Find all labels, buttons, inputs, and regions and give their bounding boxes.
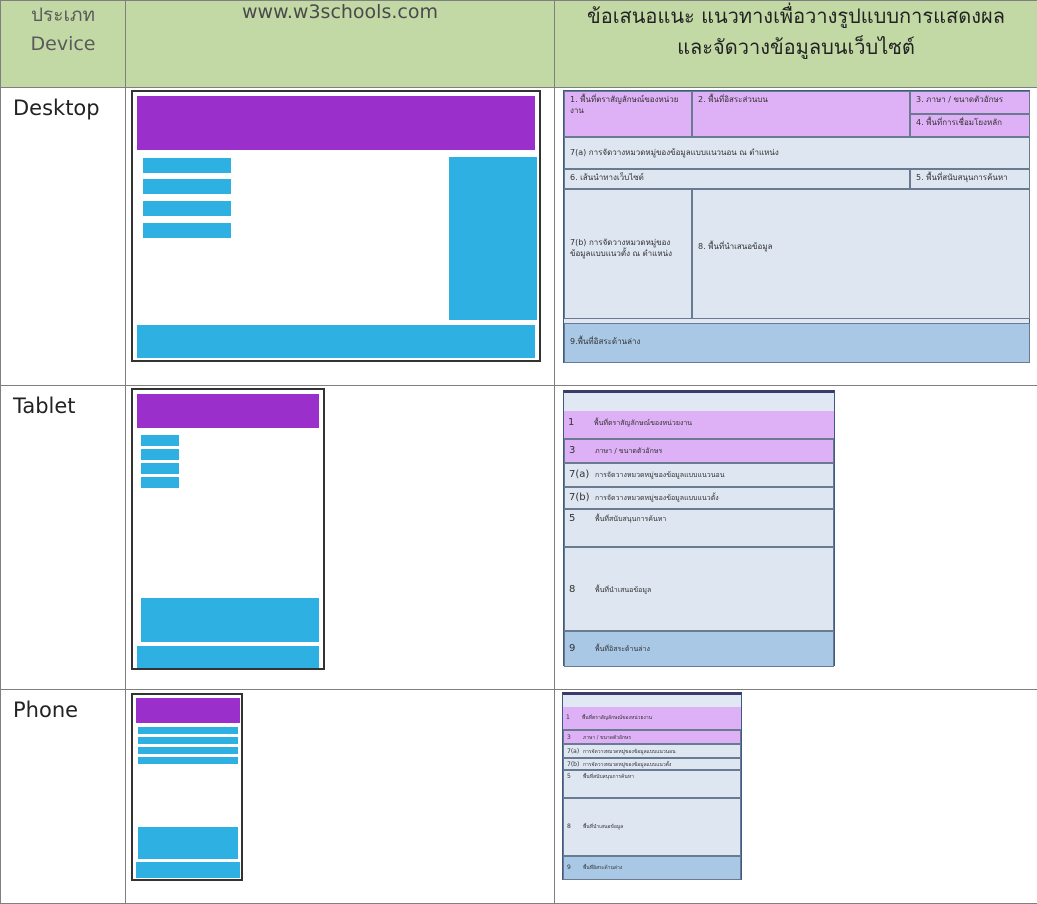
desktop-menu-item [143, 179, 231, 194]
tablet-layout-row: 9 พื้นที่อิสระด้านล่าง [564, 631, 834, 667]
tablet-layout-cell: 1 พื้นที่ตราสัญลักษณ์ของหน่วยงาน 3 ภาษา / … [554, 385, 1037, 690]
tablet-layout-row: 7(b) การจัดวางหมวดหมู่ของข้อมูลแบบแนวตั้ง [564, 487, 834, 509]
desktop-w3-mockup [131, 90, 541, 362]
tablet-layout-row: 3 ภาษา / ขนาดตัวอักษร [564, 439, 834, 463]
phone-row: Phone 1 พื้นที่ตราสัญลักษณ์ของหน่วยงาน 3ภ… [0, 689, 1037, 904]
phone-layout-row: 9 พื้นที่อิสระด้านล่าง [563, 856, 741, 880]
tablet-layout-row: 5 พื้นที่สนับสนุนการค้นหา [564, 509, 834, 547]
layout-area-footer: 9.พื้นที่อิสระด้านล่าง [564, 323, 1030, 363]
header-suggestion-line2: และจัดวางข้อมูลบนเว็บไซต์ [677, 35, 915, 59]
phone-label: Phone [0, 689, 126, 904]
phone-layout-row: 1 พื้นที่ตราสัญลักษณ์ของหน่วยงาน [563, 707, 741, 730]
phone-layout-row: 7(a) การจัดวางหมวดหมู่ของข้อมูลแบบแนวนอน [563, 744, 741, 758]
phone-w3-mockup [131, 693, 243, 881]
layout-area-language: 3. ภาษา / ขนาดตัวอักษร [910, 91, 1030, 114]
header-suggestion-line1: ข้อเสนอแนะ แนวทางเพื่อวางรูปแบบการแสดงผล [587, 4, 1005, 28]
tablet-footer-block [137, 646, 319, 668]
desktop-layout-diagram: 1. พื้นที่ตราสัญลักษณ์ของหน่วยงาน 2. พื้… [563, 90, 1030, 363]
tablet-layout-row: 7(a) การจัดวางหมวดหมู่ของข้อมูลแบบแนวนอน [564, 463, 834, 487]
phone-layout-row: 5 พื้นที่สนับสนุนการค้นหา [563, 770, 741, 798]
tablet-w3-mockup [131, 388, 325, 670]
tablet-header-block [137, 394, 319, 428]
phone-layout-row: 7(b) การจัดวางหมวดหมู่ของข้อมูลแบบแนวตั้ง [563, 758, 741, 770]
phone-content-block [138, 827, 238, 859]
desktop-footer-block [137, 325, 535, 358]
phone-layout-row: 3 ภาษา / ขนาดตัวอักษร [563, 730, 741, 744]
phone-menu-item [138, 747, 238, 754]
desktop-menu-item [143, 223, 231, 238]
phone-header-block [136, 698, 240, 723]
desktop-layout-cell: 1. พื้นที่ตราสัญลักษณ์ของหน่วยงาน 2. พื้… [554, 87, 1037, 386]
tablet-layout-row: 8 พื้นที่นำเสนอข้อมูล [564, 547, 834, 631]
tablet-w3-mockup-cell [125, 385, 555, 690]
layout-area-logo: 1. พื้นที่ตราสัญลักษณ์ของหน่วยงาน [564, 91, 692, 137]
header-device-type: ประเภท Device [0, 0, 126, 88]
layout-area-vertical-nav: 7(b) การจัดวางหมวดหมู่ของข้อมูลแบบแนวตั้… [564, 189, 692, 319]
device-layout-table: ประเภท Device www.w3schools.com ข้อเสนอแ… [0, 0, 1037, 904]
tablet-content-block [141, 598, 319, 642]
phone-menu-item [138, 737, 238, 744]
tablet-row: Tablet 1 พื้นที่ตราสัญลักษณ์ของหน่วยงาน 3… [0, 385, 1037, 690]
header-device-type-english: Device [30, 33, 96, 56]
desktop-row: Desktop 1. พื้นที่ตราสัญลักษณ์ของหน่วยงา… [0, 87, 1037, 386]
phone-layout-diagram: 1 พื้นที่ตราสัญลักษณ์ของหน่วยงาน 3 ภาษา / … [562, 692, 742, 880]
desktop-menu-item [143, 158, 231, 173]
tablet-menu-item [141, 463, 179, 474]
phone-footer-block [136, 862, 240, 878]
tablet-layout-row: 1 พื้นที่ตราสัญลักษณ์ของหน่วยงาน [564, 411, 834, 439]
desktop-label: Desktop [0, 87, 126, 386]
header-w3schools: www.w3schools.com [125, 0, 555, 88]
tablet-layout-diagram: 1 พื้นที่ตราสัญลักษณ์ของหน่วยงาน 3 ภาษา / … [563, 390, 835, 667]
layout-area-content: 8. พื้นที่นำเสนอข้อมูล [692, 189, 1030, 319]
phone-menu-item [138, 757, 238, 764]
layout-area-main-links: 4. พื้นที่การเชื่อมโยงหลัก [910, 114, 1030, 137]
desktop-header-block [137, 96, 535, 150]
layout-area-top-free: 2. พื้นที่อิสระส่วนบน [692, 91, 910, 137]
header-suggestion: ข้อเสนอแนะ แนวทางเพื่อวางรูปแบบการแสดงผล… [554, 0, 1037, 88]
tablet-menu-item [141, 449, 179, 460]
desktop-sidebar-block [449, 157, 537, 320]
desktop-menu-item [143, 201, 231, 216]
layout-area-horizontal-nav: 7(a) การจัดวางหมวดหมู่ของข้อมูลแบบแนวนอน… [564, 137, 1030, 169]
tablet-label: Tablet [0, 385, 126, 690]
layout-area-breadcrumb: 6. เส้นนำทางเว็บไซต์ [564, 169, 910, 189]
header-row: ประเภท Device www.w3schools.com ข้อเสนอแ… [0, 0, 1037, 88]
header-device-type-thai: ประเภท [30, 4, 95, 26]
phone-layout-row: 8 พื้นที่นำเสนอข้อมูล [563, 798, 741, 856]
phone-menu-item [138, 727, 238, 734]
phone-layout-cell: 1 พื้นที่ตราสัญลักษณ์ของหน่วยงาน 3 ภาษา / … [554, 689, 1037, 904]
tablet-menu-item [141, 435, 179, 446]
tablet-menu-item [141, 477, 179, 488]
layout-area-search: 5. พื้นที่สนับสนุนการค้นหา [910, 169, 1030, 189]
desktop-w3-mockup-cell [125, 87, 555, 386]
phone-w3-mockup-cell [125, 689, 555, 904]
